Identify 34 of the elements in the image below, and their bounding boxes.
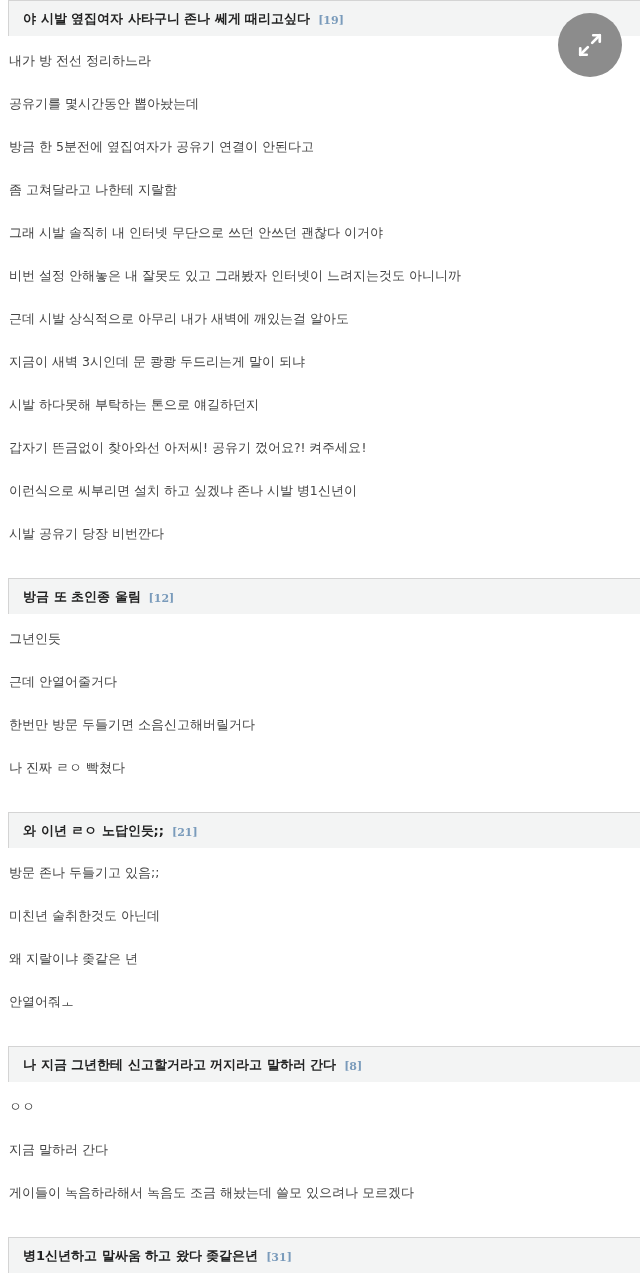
post-title[interactable]: 나 지금 그년한테 신고할거라고 꺼지라고 말하러 간다 <box>23 1054 337 1075</box>
post-line: 좀 고쳐달라고 나한테 지랄함 <box>9 181 177 200</box>
comment-count: [8] <box>344 1060 363 1072</box>
post-line: 근데 안열어줄거다 <box>9 673 117 692</box>
post-title[interactable]: 와 이년 ㄹㅇ 노답인듯;; <box>23 820 164 841</box>
post-line: 비번 설정 안해놓은 내 잘못도 있고 그래봤자 인터넷이 느려지는것도 아니니까 <box>9 267 461 286</box>
post-line: 그래 시발 솔직히 내 인터넷 무단으로 쓰던 안쓰던 괜찮다 이거야 <box>9 224 383 243</box>
comment-count: [19] <box>318 14 344 26</box>
post-line: 미친년 술취한것도 아닌데 <box>9 907 160 926</box>
post-title[interactable]: 야 시발 옆집여자 사타구니 존나 쎄게 때리고싶다 <box>23 8 311 29</box>
post-line: 왜 지랄이냐 좆같은 년 <box>9 950 138 969</box>
post-line: 안열어줘ㅗ <box>9 993 74 1012</box>
post-line: 갑자기 뜬금없이 찾아와선 아저씨! 공유기 껐어요?! 켜주세요! <box>9 439 367 458</box>
post-line: ㅇㅇ <box>9 1098 35 1117</box>
comment-count: [21] <box>172 826 198 838</box>
post-line: 지금이 새벽 3시인데 문 쾅쾅 두드리는게 말이 되냐 <box>9 353 305 372</box>
post-line: 나 진짜 ㄹㅇ 빡쳤다 <box>9 759 125 778</box>
post-line: 지금 말하러 간다 <box>9 1141 108 1160</box>
post-title[interactable]: 방금 또 초인종 울림 <box>23 586 141 607</box>
post-line: 게이들이 녹음하라해서 녹음도 조금 해놨는데 쓸모 있으려나 모르겠다 <box>9 1184 414 1203</box>
post-line: 시발 하다못해 부탁하는 톤으로 얘길하던지 <box>9 396 259 415</box>
post-line: 한번만 방문 두들기면 소음신고해버릴거다 <box>9 716 255 735</box>
post-line: 방금 한 5분전에 옆집여자가 공유기 연결이 안된다고 <box>9 138 314 157</box>
expand-icon <box>577 32 603 58</box>
comment-count: [12] <box>148 592 175 604</box>
post-line: 내가 방 전선 정리하느라 <box>9 52 151 71</box>
post-line: 시발 공유기 당장 비번깐다 <box>9 525 164 544</box>
post-line: 그년인듯 <box>9 630 61 649</box>
post-line: 방문 존나 두들기고 있음;; <box>9 864 160 883</box>
comment-count: [31] <box>266 1251 292 1263</box>
post-line: 근데 시발 상식적으로 아무리 내가 새벽에 깨있는걸 알아도 <box>9 310 349 329</box>
post-title[interactable]: 병1신년하고 말싸움 하고 왔다 좆같은년 <box>23 1245 259 1266</box>
post-line: 공유기를 몇시간동안 뽑아놨는데 <box>9 95 199 114</box>
post-line: 이런식으로 씨부리면 설치 하고 싶겠냐 존나 시발 병1신년이 <box>9 482 357 501</box>
